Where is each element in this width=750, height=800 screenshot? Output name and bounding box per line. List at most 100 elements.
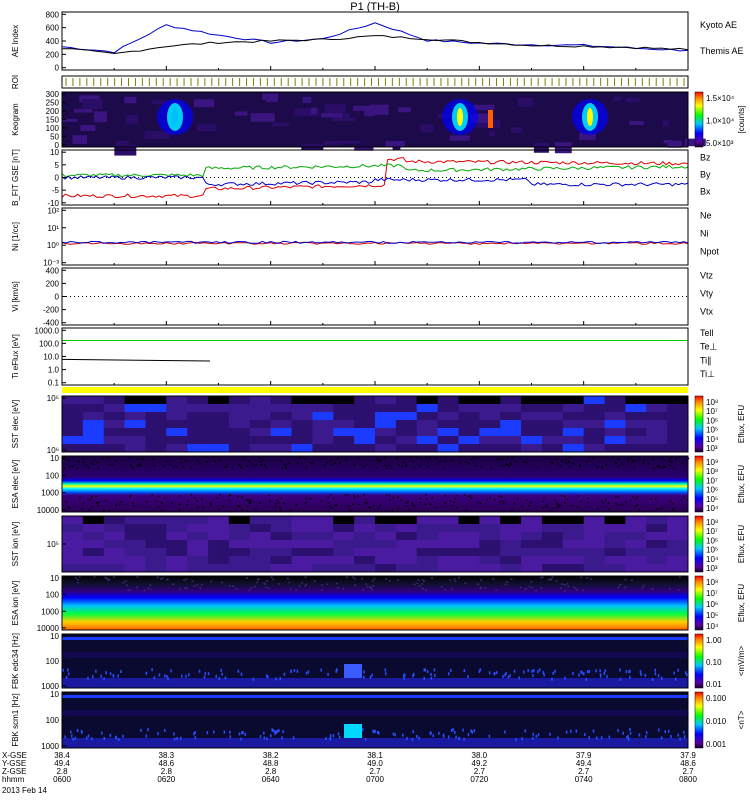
y-tick-label: -5 bbox=[52, 186, 60, 195]
spectro-cell bbox=[62, 412, 84, 421]
y-tick-label: 200 bbox=[46, 279, 60, 288]
y-tick-label: 0 bbox=[55, 64, 60, 73]
spectro-cell bbox=[604, 436, 626, 445]
noise-speck bbox=[118, 503, 121, 505]
noise-speck bbox=[389, 499, 391, 501]
noise-speck bbox=[366, 586, 369, 588]
noise-speck bbox=[458, 576, 461, 579]
noise-speck bbox=[222, 505, 224, 507]
spectro-cell bbox=[395, 428, 418, 437]
colorbar bbox=[694, 575, 704, 631]
fbk-burst bbox=[584, 733, 586, 737]
fbk-burst bbox=[418, 736, 420, 740]
y-axis-label: Ni [1/cc] bbox=[11, 222, 20, 251]
noise-speck bbox=[405, 464, 407, 466]
footer-value: 0740 bbox=[575, 775, 593, 784]
noise-speck bbox=[108, 509, 111, 511]
noise-speck bbox=[156, 576, 159, 579]
noise-speck bbox=[661, 506, 664, 509]
spectro-cell bbox=[395, 444, 418, 453]
spectro-cell bbox=[375, 524, 397, 533]
spectro-cell bbox=[416, 564, 439, 573]
spectro-cell bbox=[333, 548, 355, 557]
panel-ae-index: AE Index 0 200 400 600 800 Kyoto AE Themis AE bbox=[11, 10, 744, 72]
fbk-burst bbox=[220, 668, 222, 672]
fbk-burst bbox=[575, 729, 578, 733]
panel-velocity: Vi [km/s]-400-2000200400 VtzVtyVtx bbox=[11, 266, 714, 327]
noise-speck bbox=[248, 502, 251, 504]
spectro-cell bbox=[521, 556, 543, 565]
fbk-burst bbox=[221, 672, 223, 676]
noise-speck bbox=[107, 457, 110, 459]
noise-speck bbox=[365, 498, 367, 501]
spectro-cell bbox=[625, 532, 647, 541]
spectro-cell bbox=[583, 556, 606, 565]
fbk-burst bbox=[170, 669, 172, 673]
fbk-band bbox=[62, 695, 688, 698]
noise-speck bbox=[90, 462, 92, 464]
noise-speck bbox=[372, 585, 375, 587]
noise-speck bbox=[357, 457, 359, 460]
spectro-cell bbox=[604, 396, 626, 405]
noise-speck bbox=[287, 462, 290, 465]
spectro-cell bbox=[103, 524, 126, 533]
noise-speck bbox=[643, 460, 646, 462]
noise-speck bbox=[589, 456, 591, 459]
noise-speck bbox=[489, 496, 492, 499]
colorbar-tick-label: 0.10 bbox=[706, 658, 722, 667]
y-tick-label: 100 bbox=[46, 591, 60, 600]
spectro-cell bbox=[562, 516, 585, 525]
spectro-cell bbox=[124, 420, 146, 429]
fbk-burst bbox=[173, 737, 176, 741]
fbk-burst bbox=[103, 736, 106, 740]
y-tick-label: 100.0 bbox=[39, 339, 60, 348]
spectro-cell bbox=[604, 404, 626, 413]
noise-speck bbox=[258, 502, 261, 504]
noise-speck bbox=[304, 458, 306, 460]
fbk-burst bbox=[664, 730, 667, 734]
fbk-burst bbox=[369, 675, 372, 679]
noise-speck bbox=[83, 461, 85, 464]
spectro-cell bbox=[500, 540, 522, 549]
spectro-cell bbox=[354, 548, 376, 557]
noise-speck bbox=[604, 498, 607, 501]
noise-speck bbox=[655, 508, 658, 510]
noise-speck bbox=[669, 499, 672, 502]
noise-speck bbox=[180, 457, 182, 460]
spectro-cell bbox=[541, 540, 564, 549]
keogram-patch bbox=[272, 122, 290, 127]
fbk-burst bbox=[392, 732, 395, 736]
spectro-cell bbox=[562, 524, 585, 533]
noise-speck bbox=[434, 457, 437, 460]
fbk-burst bbox=[677, 733, 679, 737]
fbk-burst bbox=[215, 674, 217, 678]
noise-speck bbox=[517, 498, 519, 500]
fbk-burst bbox=[657, 674, 660, 678]
noise-speck bbox=[327, 502, 330, 504]
figure-title: P1 (TH-B) bbox=[350, 1, 400, 13]
noise-speck bbox=[375, 467, 378, 469]
fbk-burst bbox=[463, 669, 466, 673]
noise-speck bbox=[390, 467, 393, 469]
noise-speck bbox=[624, 586, 627, 589]
spectro-cell bbox=[166, 444, 188, 453]
noise-speck bbox=[630, 499, 632, 502]
spectro-cell bbox=[312, 404, 334, 413]
spectro-cell bbox=[145, 436, 167, 445]
noise-speck bbox=[235, 587, 238, 590]
spectro-cell bbox=[354, 556, 376, 565]
spectro-cell bbox=[354, 436, 376, 445]
spectro-cell bbox=[103, 404, 126, 413]
noise-speck bbox=[515, 460, 517, 463]
fbk-burst bbox=[430, 672, 432, 676]
noise-speck bbox=[105, 577, 108, 580]
noise-speck bbox=[345, 457, 348, 459]
spectro-cell bbox=[82, 396, 105, 405]
spectro-cell bbox=[228, 396, 251, 405]
spectro-cell bbox=[82, 428, 105, 437]
noise-speck bbox=[237, 505, 240, 507]
spectro-cell bbox=[187, 548, 209, 557]
fbk-burst bbox=[423, 668, 425, 672]
noise-speck bbox=[565, 461, 567, 464]
noise-speck bbox=[563, 589, 566, 592]
